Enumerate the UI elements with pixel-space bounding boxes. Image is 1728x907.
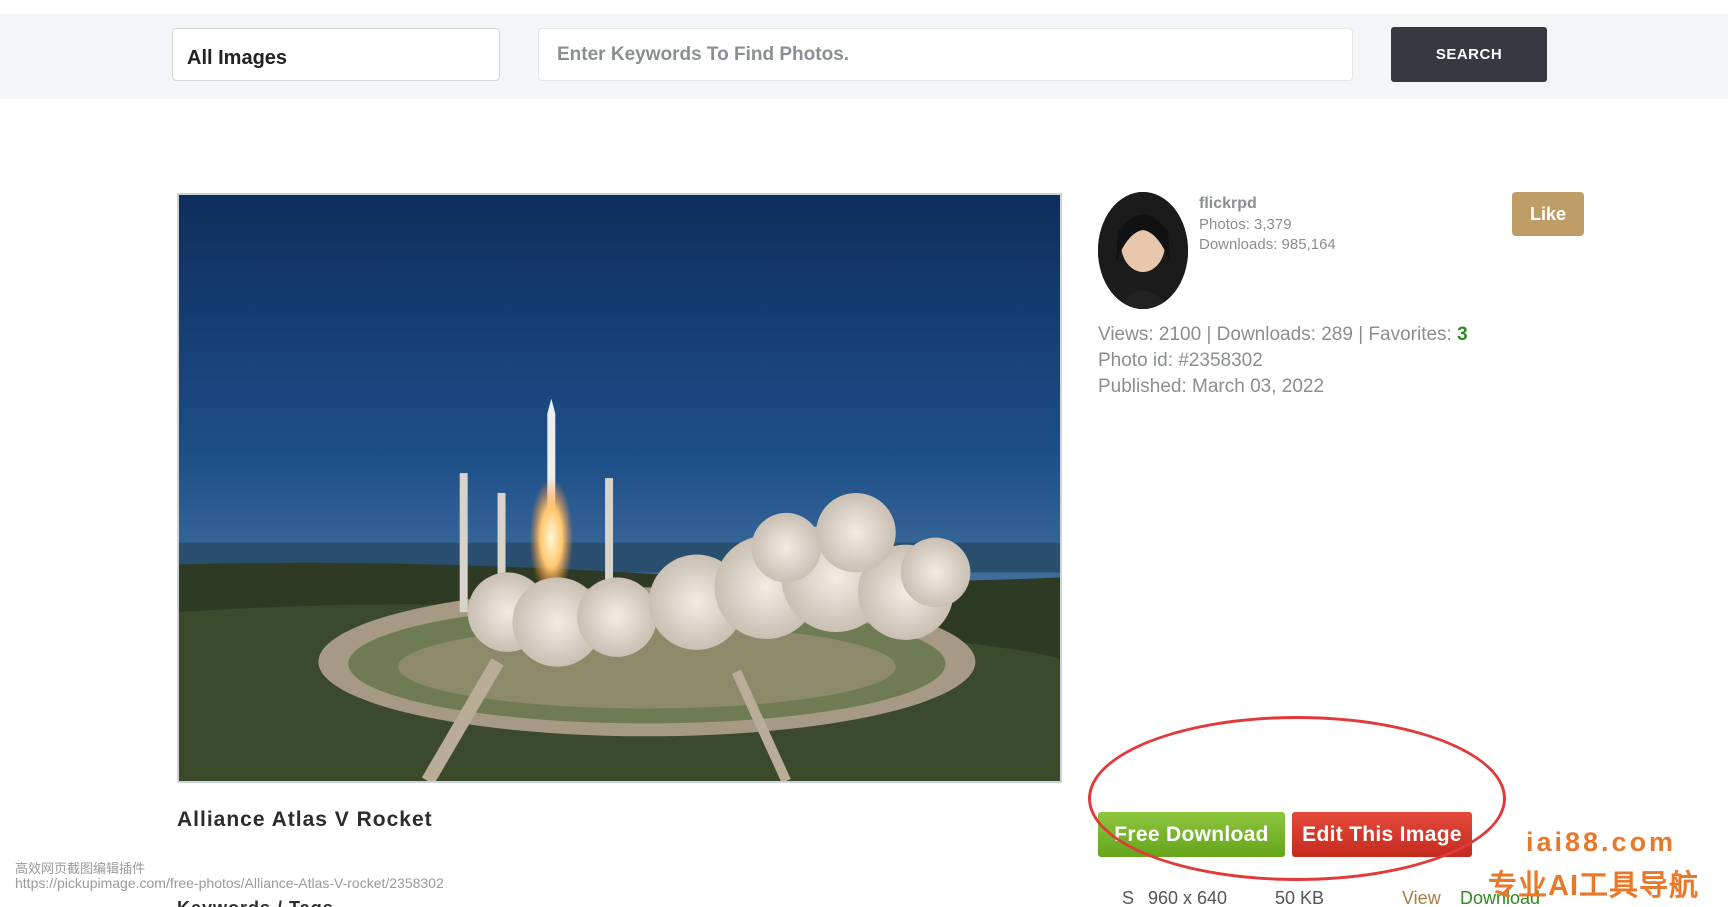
search-input[interactable] [538, 28, 1353, 81]
views-downloads-text: Views: 2100 | Downloads: 289 | Favorites… [1098, 324, 1458, 345]
size-view-link[interactable]: View [1402, 888, 1441, 907]
author-photo-count: Photos: 3,379 [1199, 216, 1292, 233]
watermark-url: https://pickupimage.com/free-photos/Alli… [15, 875, 444, 891]
avatar-photo [1098, 192, 1188, 309]
category-select[interactable]: All Images [172, 28, 500, 81]
free-download-button[interactable]: Free Download [1098, 812, 1285, 857]
author-name[interactable]: flickrpd [1199, 195, 1257, 213]
rocket-launch-image [179, 195, 1060, 781]
photo-title: Alliance Atlas V Rocket [177, 808, 433, 831]
search-button[interactable]: SEARCH [1391, 27, 1547, 82]
author-download-count: Downloads: 985,164 [1199, 236, 1336, 253]
photo-stats: Views: 2100 | Downloads: 289 | Favorites… [1098, 324, 1468, 346]
size-filesize: 50 KB [1275, 888, 1325, 907]
keywords-heading: Keywords / Tags [177, 898, 334, 907]
size-code: S [1122, 888, 1135, 907]
brand-tagline: 专业AI工具导航 [1488, 870, 1700, 902]
size-dimensions: 960 x 640 [1148, 888, 1228, 907]
like-button[interactable]: Like [1512, 192, 1584, 236]
favorites-count: 3 [1457, 324, 1468, 345]
published-date: Published: March 03, 2022 [1098, 376, 1325, 397]
brand-domain: iai88.com [1526, 827, 1677, 857]
author-avatar[interactable] [1098, 192, 1188, 309]
photo-preview[interactable] [177, 193, 1062, 783]
edit-image-button[interactable]: Edit This Image [1292, 812, 1472, 857]
photo-id: Photo id: #2358302 [1098, 350, 1263, 371]
